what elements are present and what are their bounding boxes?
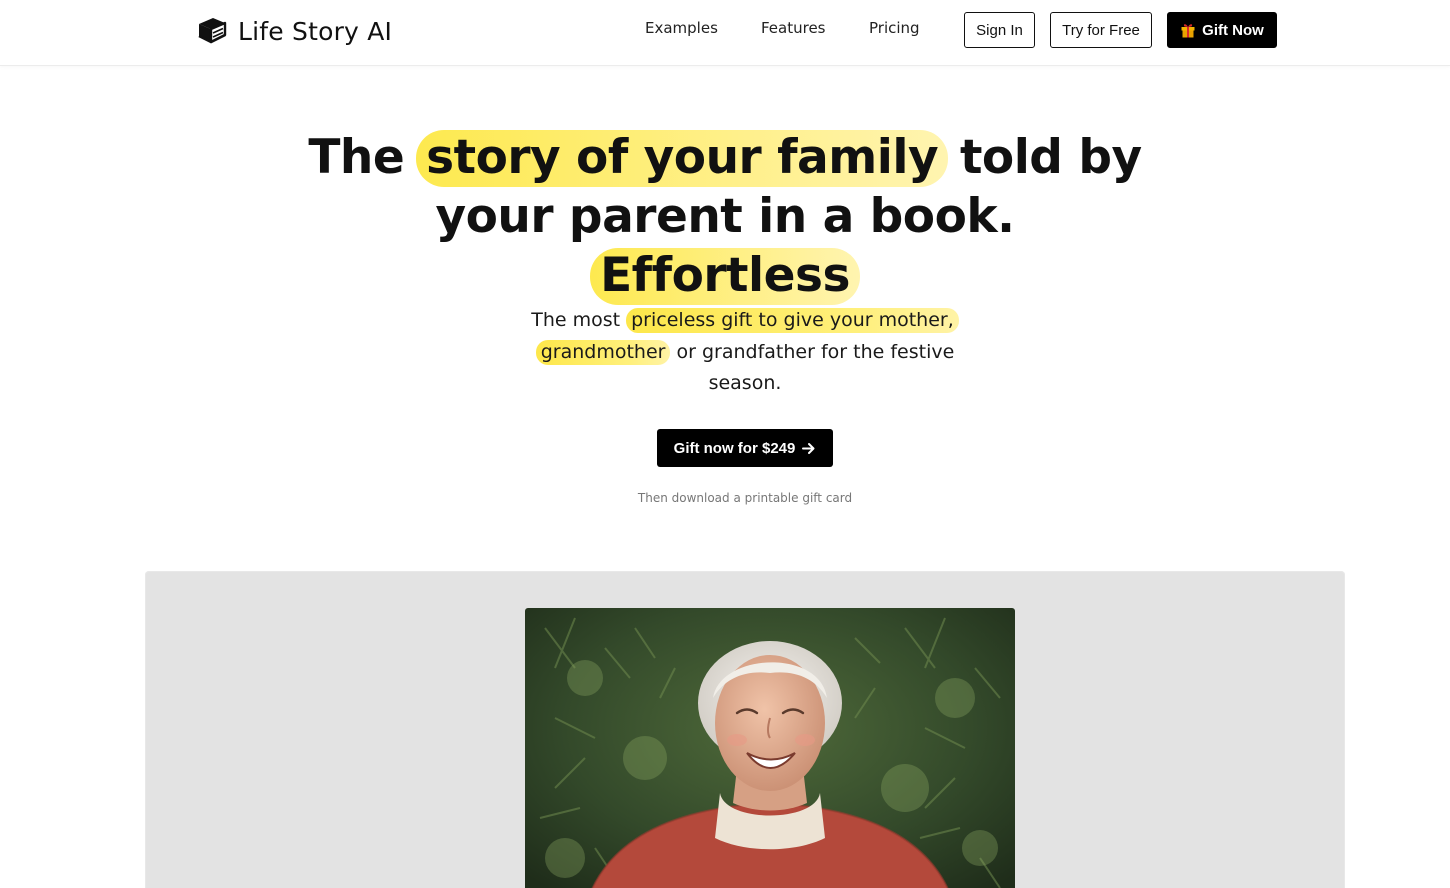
hero-title-highlight-effortless: Effortless	[590, 248, 860, 305]
gift-now-label: Gift Now	[1202, 21, 1264, 39]
sign-in-button[interactable]: Sign In	[964, 12, 1035, 48]
brand-logo[interactable]: Life Story AI	[196, 14, 392, 48]
nav-link-examples[interactable]: Examples	[645, 19, 718, 37]
hero-subtitle: The most priceless gift to give your mot…	[505, 305, 985, 400]
smiling-grandmother-photo	[525, 608, 1015, 888]
cta-label: Gift now for $249	[673, 439, 796, 457]
hero-subtitle-text: The most	[531, 309, 627, 331]
sign-in-label: Sign In	[976, 21, 1023, 39]
try-for-free-button[interactable]: Try for Free	[1050, 12, 1152, 48]
book-icon	[198, 18, 227, 44]
cta-note: Then download a printable gift card	[637, 491, 853, 505]
hero-subtitle-highlight-grandmother: grandmother	[535, 339, 671, 365]
top-navbar: Life Story AI Examples Features Pricing …	[0, 0, 1450, 66]
arrow-right-icon	[802, 442, 815, 454]
gift-icon	[1181, 24, 1195, 38]
try-for-free-label: Try for Free	[1062, 21, 1140, 39]
hero-title: The story of your family told by your pa…	[300, 128, 1150, 305]
hero-subtitle-highlight-gift: priceless gift to give your mother,	[626, 308, 959, 333]
nav-link-pricing[interactable]: Pricing	[869, 19, 920, 37]
gift-now-cta-button[interactable]: Gift now for $249	[657, 429, 833, 467]
brand-name: Life Story AI	[238, 16, 393, 46]
hero-title-text: The	[308, 130, 421, 185]
hero-subtitle-text: or grandfather for the festive season.	[670, 340, 955, 395]
showcase-panel	[145, 571, 1345, 888]
gift-now-button[interactable]: Gift Now	[1167, 12, 1277, 48]
nav-link-features[interactable]: Features	[761, 19, 826, 37]
hero-title-highlight-story: story of your family	[416, 130, 949, 187]
